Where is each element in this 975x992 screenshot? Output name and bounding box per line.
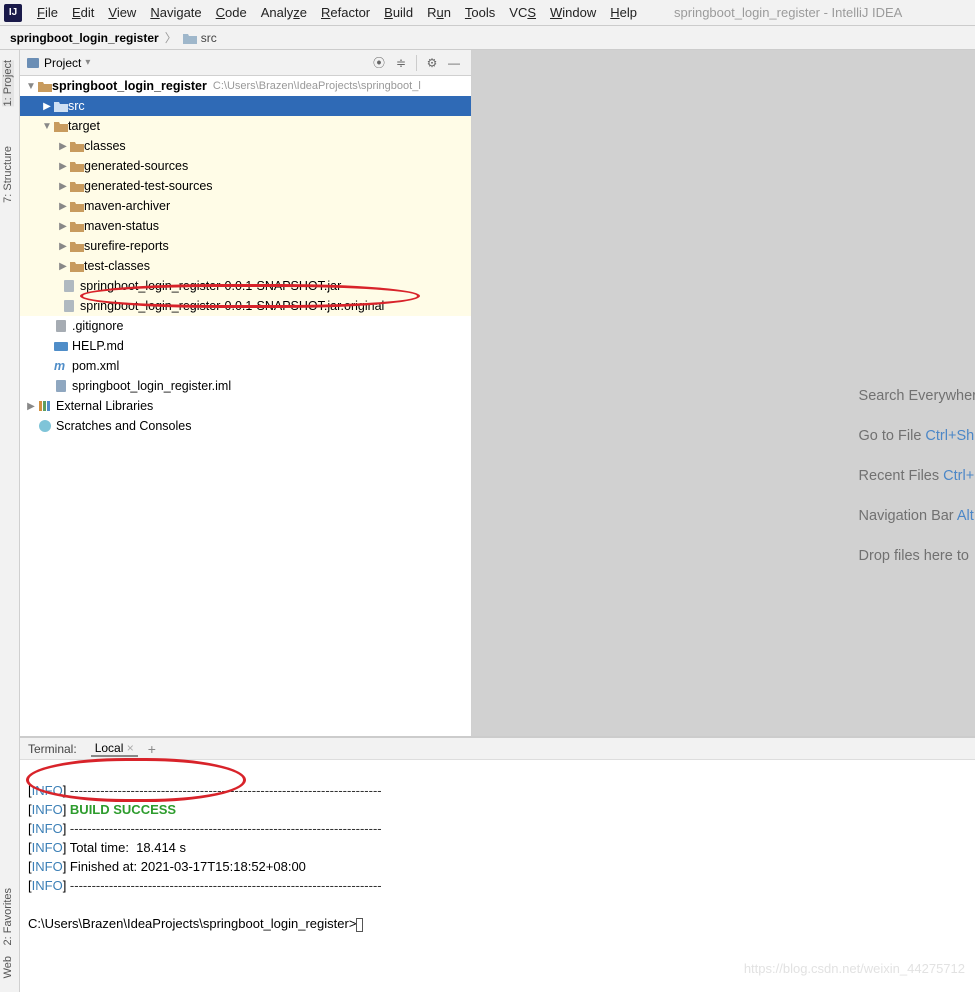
gear-icon[interactable]: ⚙: [423, 54, 441, 72]
menu-view[interactable]: View: [101, 5, 143, 20]
tree-target-child[interactable]: ▶classes: [20, 136, 471, 156]
breadcrumb-src[interactable]: src: [183, 31, 217, 45]
hint-goto: Go to File: [859, 428, 926, 444]
tree-jar[interactable]: springboot_login_register-0.0.1-SNAPSHOT…: [20, 276, 471, 296]
locate-icon[interactable]: ⦿: [370, 54, 388, 72]
jar-icon: [62, 279, 76, 293]
intellij-logo-icon: IJ: [4, 4, 22, 22]
file-icon: [54, 319, 68, 333]
menu-tools[interactable]: Tools: [458, 5, 502, 20]
folder-icon: [183, 32, 197, 44]
project-panel-header: Project ▾ ⦿ ≑ ⚙ —: [20, 50, 471, 76]
tooltab-web[interactable]: Web: [2, 956, 14, 978]
editor-hints: Search Everywher Go to File Ctrl+Sh Rece…: [859, 376, 975, 576]
project-tool-window: Project ▾ ⦿ ≑ ⚙ — ▼ springboot_login_reg…: [20, 50, 472, 736]
project-icon: [26, 56, 40, 70]
hint-recent: Recent Files: [859, 468, 944, 484]
tree-pom[interactable]: mpom.xml: [20, 356, 471, 376]
menu-vcs[interactable]: VCS: [502, 5, 543, 20]
folder-icon: [70, 160, 84, 172]
tree-target-child[interactable]: ▶test-classes: [20, 256, 471, 276]
window-title: springboot_login_register - IntelliJ IDE…: [674, 5, 902, 20]
terminal-label: Terminal:: [28, 742, 77, 756]
folder-icon: [70, 180, 84, 192]
hint-nav-key: Alt: [957, 508, 974, 524]
file-icon: [62, 299, 76, 313]
editor-area-empty: Search Everywher Go to File Ctrl+Sh Rece…: [472, 50, 975, 736]
tree-jar-original[interactable]: springboot_login_register-0.0.1-SNAPSHOT…: [20, 296, 471, 316]
module-icon: [38, 80, 52, 92]
tree-target-child[interactable]: ▶maven-status: [20, 216, 471, 236]
project-view-selector[interactable]: Project ▾: [26, 56, 90, 70]
hint-search: Search Everywher: [859, 376, 975, 416]
menu-build[interactable]: Build: [377, 5, 420, 20]
terminal-tab-bar: Terminal: Local × +: [20, 738, 975, 760]
terminal-tab-local[interactable]: Local ×: [91, 741, 138, 757]
folder-icon: [70, 240, 84, 252]
hint-recent-key: Ctrl+: [943, 468, 974, 484]
breadcrumb-separator: 〉: [165, 29, 177, 46]
menu-analyze[interactable]: Analyze: [254, 5, 314, 20]
terminal-tool-window: Terminal: Local × + [INFO] -------------…: [20, 737, 975, 992]
tree-target-child[interactable]: ▶generated-test-sources: [20, 176, 471, 196]
breadcrumb: springboot_login_register 〉 src: [0, 26, 975, 50]
scratches-icon: [38, 419, 52, 433]
folder-icon: [54, 120, 68, 132]
folder-icon: [70, 260, 84, 272]
left-tool-strip: 1: Project 7: Structure 2: Favorites Web: [0, 50, 20, 992]
tree-iml[interactable]: springboot_login_register.iml: [20, 376, 471, 396]
tree-target-child[interactable]: ▶generated-sources: [20, 156, 471, 176]
tooltab-project[interactable]: 1: Project: [2, 60, 14, 106]
tree-help-md[interactable]: HELP.md: [20, 336, 471, 356]
close-icon[interactable]: ×: [127, 741, 134, 755]
hint-goto-key: Ctrl+Sh: [925, 428, 974, 444]
maven-icon: m: [54, 359, 68, 373]
breadcrumb-root[interactable]: springboot_login_register: [10, 31, 159, 45]
expand-all-icon[interactable]: ≑: [392, 54, 410, 72]
library-icon: [38, 399, 52, 413]
menu-window[interactable]: Window: [543, 5, 603, 20]
tree-target[interactable]: ▼ target: [20, 116, 471, 136]
tree-target-child[interactable]: ▶maven-archiver: [20, 196, 471, 216]
menu-help[interactable]: Help: [603, 5, 644, 20]
hint-nav: Navigation Bar: [859, 508, 957, 524]
tree-gitignore[interactable]: .gitignore: [20, 316, 471, 336]
chevron-down-icon: ▾: [85, 57, 90, 68]
tree-scratches[interactable]: Scratches and Consoles: [20, 416, 471, 436]
tooltab-favorites[interactable]: 2: Favorites: [2, 888, 14, 945]
folder-icon: [70, 200, 84, 212]
folder-icon: [54, 100, 68, 112]
menu-bar: IJ File Edit View Navigate Code Analyze …: [0, 0, 975, 26]
menu-refactor[interactable]: Refactor: [314, 5, 377, 20]
menu-file[interactable]: File: [30, 5, 65, 20]
menu-edit[interactable]: Edit: [65, 5, 101, 20]
iml-icon: [54, 379, 68, 393]
menu-navigate[interactable]: Navigate: [143, 5, 208, 20]
project-tree[interactable]: ▼ springboot_login_register C:\Users\Bra…: [20, 76, 471, 736]
menu-run[interactable]: Run: [420, 5, 458, 20]
folder-icon: [70, 140, 84, 152]
tree-target-child[interactable]: ▶surefire-reports: [20, 236, 471, 256]
tree-src[interactable]: ▶ src: [20, 96, 471, 116]
menu-code[interactable]: Code: [209, 5, 254, 20]
terminal-output[interactable]: [INFO] ---------------------------------…: [20, 760, 975, 992]
hint-drop: Drop files here to: [859, 536, 975, 576]
terminal-cursor: [356, 918, 363, 932]
hide-icon[interactable]: —: [445, 54, 463, 72]
markdown-icon: [54, 339, 68, 353]
terminal-add-tab[interactable]: +: [148, 741, 156, 757]
tree-root[interactable]: ▼ springboot_login_register C:\Users\Bra…: [20, 76, 471, 96]
folder-icon: [70, 220, 84, 232]
tree-external-libs[interactable]: ▶External Libraries: [20, 396, 471, 416]
watermark: https://blog.csdn.net/weixin_44275712: [744, 961, 965, 976]
tooltab-structure[interactable]: 7: Structure: [2, 146, 14, 203]
